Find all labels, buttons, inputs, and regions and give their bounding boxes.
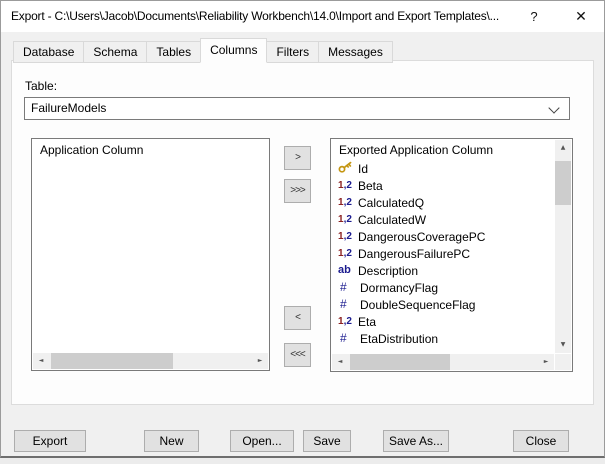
column-type-icon: ab bbox=[338, 262, 358, 279]
exported-column-row[interactable]: Id bbox=[332, 160, 554, 177]
title-bar: Export - C:\Users\Jacob\Documents\Reliab… bbox=[1, 1, 604, 32]
close-window-button[interactable]: ✕ bbox=[559, 1, 603, 32]
exported-column-row[interactable]: # EtaDistribution bbox=[332, 330, 554, 347]
scrollbar-thumb[interactable] bbox=[51, 353, 173, 369]
application-column-header: Application Column bbox=[40, 143, 143, 157]
exported-column-row[interactable]: 1,2 CalculatedW bbox=[332, 211, 554, 228]
close-button[interactable]: Close bbox=[513, 430, 569, 452]
column-type-icon: # bbox=[338, 279, 360, 296]
column-type-icon: 1,2 bbox=[338, 194, 358, 211]
tab[interactable]: Messages bbox=[318, 41, 393, 63]
exported-column-list[interactable]: Exported Application Column Id 1,2 Beta … bbox=[330, 138, 573, 372]
table-dropdown-value: FailureModels bbox=[31, 98, 106, 119]
chevron-down-icon bbox=[548, 102, 559, 113]
save-button[interactable]: Save bbox=[303, 430, 351, 452]
scrollbar-corner bbox=[555, 354, 571, 370]
window-title: Export - C:\Users\Jacob\Documents\Reliab… bbox=[11, 1, 499, 32]
key-icon bbox=[338, 160, 353, 174]
column-type-icon: 1,2 bbox=[338, 313, 358, 330]
tab[interactable]: Columns bbox=[200, 38, 267, 63]
scroll-left-icon[interactable]: ◄ bbox=[332, 354, 348, 370]
tab[interactable]: Database bbox=[13, 41, 84, 63]
exported-column-row[interactable]: 1,2 Eta bbox=[332, 313, 554, 330]
column-type-icon: 1,2 bbox=[338, 177, 358, 194]
column-type-icon: 1,2 bbox=[338, 211, 358, 228]
table-label: Table: bbox=[25, 79, 57, 93]
tab-strip: DatabaseSchemaTablesColumnsFiltersMessag… bbox=[14, 38, 393, 63]
scrollbar-thumb[interactable] bbox=[555, 161, 571, 205]
column-type-icon bbox=[338, 160, 358, 178]
scroll-right-icon[interactable]: ► bbox=[538, 354, 554, 370]
table-dropdown[interactable]: FailureModels bbox=[24, 97, 570, 120]
export-button[interactable]: Export bbox=[14, 430, 86, 452]
remove-column-button[interactable]: < bbox=[284, 306, 311, 330]
horizontal-scrollbar[interactable]: ◄ ► bbox=[33, 353, 268, 369]
horizontal-scrollbar[interactable]: ◄ ► bbox=[332, 354, 554, 370]
column-type-icon: # bbox=[338, 330, 360, 347]
exported-column-row[interactable]: 1,2 Beta bbox=[332, 177, 554, 194]
exported-column-header: Exported Application Column bbox=[339, 143, 493, 157]
tab[interactable]: Filters bbox=[266, 41, 319, 63]
application-column-list[interactable]: Application Column ◄ ► bbox=[31, 138, 270, 371]
column-type-icon: 1,2 bbox=[338, 228, 358, 245]
scrollbar-thumb[interactable] bbox=[350, 354, 450, 370]
column-type-icon: 1,2 bbox=[338, 245, 358, 262]
exported-column-row[interactable]: # DoubleSequenceFlag bbox=[332, 296, 554, 313]
remove-all-columns-button[interactable]: <<< bbox=[284, 343, 311, 367]
scroll-down-icon[interactable]: ▼ bbox=[555, 337, 571, 353]
scroll-right-icon[interactable]: ► bbox=[252, 353, 268, 369]
exported-column-row[interactable]: ab Description bbox=[332, 262, 554, 279]
new-button[interactable]: New bbox=[144, 430, 199, 452]
scroll-left-icon[interactable]: ◄ bbox=[33, 353, 49, 369]
column-type-icon: # bbox=[338, 296, 360, 313]
exported-column-row[interactable]: 1,2 DangerousFailurePC bbox=[332, 245, 554, 262]
scroll-up-icon[interactable]: ▲ bbox=[555, 140, 571, 156]
exported-column-rows: Id 1,2 Beta 1,2 CalculatedQ 1,2 Calculat… bbox=[332, 160, 554, 347]
exported-column-row[interactable]: 1,2 DangerousCoveragePC bbox=[332, 228, 554, 245]
tab[interactable]: Schema bbox=[83, 41, 147, 63]
vertical-scrollbar[interactable]: ▲ ▼ bbox=[555, 140, 571, 353]
open-button[interactable]: Open... bbox=[230, 430, 294, 452]
exported-column-row[interactable]: # DormancyFlag bbox=[332, 279, 554, 296]
add-column-button[interactable]: > bbox=[284, 146, 311, 170]
add-all-columns-button[interactable]: >>> bbox=[284, 179, 311, 203]
exported-column-row[interactable]: 1,2 CalculatedQ bbox=[332, 194, 554, 211]
save-as-button[interactable]: Save As... bbox=[383, 430, 449, 452]
export-dialog: Export - C:\Users\Jacob\Documents\Reliab… bbox=[0, 0, 605, 458]
help-button[interactable]: ? bbox=[517, 1, 551, 32]
tab[interactable]: Tables bbox=[146, 41, 201, 63]
